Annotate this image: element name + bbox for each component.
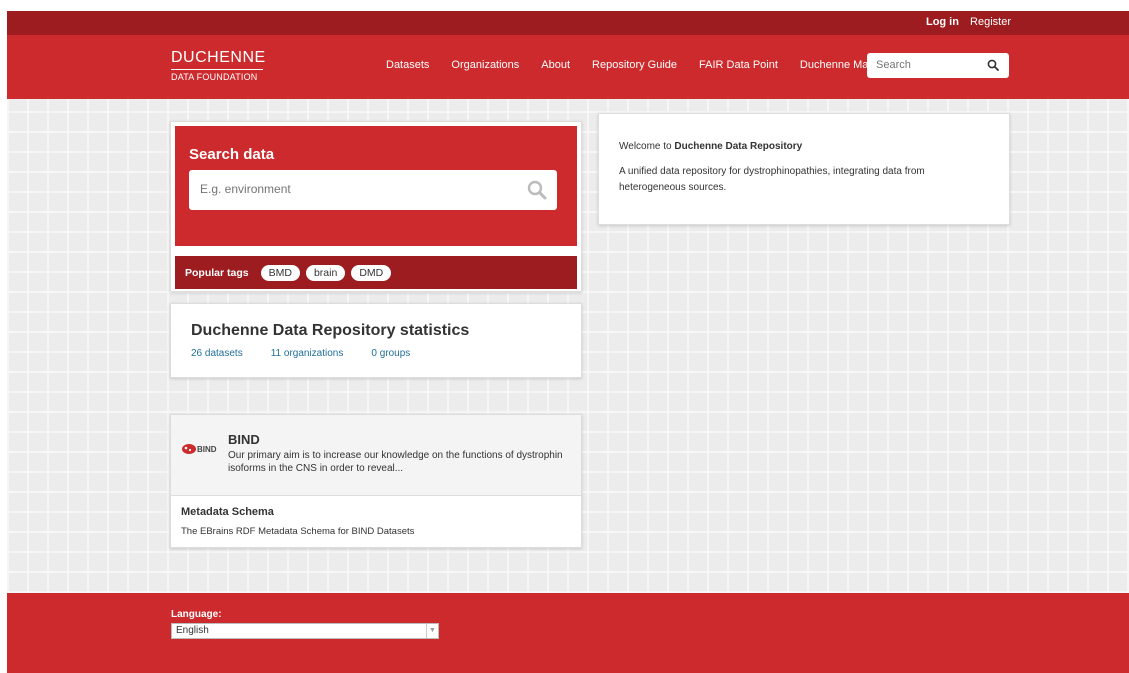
language-label: Language:	[171, 609, 222, 620]
login-link[interactable]: Log in	[926, 16, 959, 28]
welcome-site-name: Duchenne Data Repository	[674, 141, 803, 152]
stat-groups-link[interactable]: 0 groups	[371, 348, 410, 359]
header-search	[867, 53, 1009, 78]
featured-group-card: BIND BIND Our primary aim is to increase…	[170, 414, 582, 548]
featured-group-description: Our primary aim is to increase our knowl…	[228, 450, 563, 474]
nav-repository-guide[interactable]: Repository Guide	[592, 59, 677, 71]
featured-group-title[interactable]: BIND	[228, 432, 260, 447]
header-search-input[interactable]	[876, 59, 976, 71]
stat-organizations-link[interactable]: 11 organizations	[271, 348, 344, 359]
language-selected-value: English	[176, 625, 209, 636]
page-background: Log in Register DUCHENNE DATA FOUNDATION…	[7, 11, 1129, 673]
statistics-title: Duchenne Data Repository statistics	[191, 322, 470, 339]
bind-logo[interactable]: BIND	[181, 441, 219, 455]
popular-tags-bar: Popular tags BMD brain DMD	[175, 256, 577, 289]
footer: Language: English ▼	[7, 593, 1129, 673]
site-logo[interactable]: DUCHENNE DATA FOUNDATION	[171, 49, 265, 82]
account-bar: Log in Register	[7, 11, 1129, 35]
account-links: Log in Register	[918, 16, 1011, 28]
featured-dataset[interactable]: Metadata Schema The EBrains RDF Metadata…	[171, 496, 581, 547]
chevron-down-icon[interactable]: ▼	[426, 624, 438, 638]
featured-dataset-title[interactable]: Metadata Schema	[181, 506, 571, 518]
tag-dmd[interactable]: DMD	[351, 264, 392, 281]
welcome-prefix: Welcome to	[619, 141, 672, 152]
tag-bmd[interactable]: BMD	[260, 264, 300, 281]
search-data-title: Search data	[189, 146, 275, 163]
nav-organizations[interactable]: Organizations	[451, 59, 519, 71]
search-icon[interactable]	[527, 180, 547, 200]
search-data-panel: Search data	[175, 126, 577, 246]
stat-datasets-link[interactable]: 26 datasets	[191, 348, 243, 359]
popular-tags-label: Popular tags	[185, 266, 249, 279]
tag-brain[interactable]: brain	[305, 264, 346, 281]
masthead: DUCHENNE DATA FOUNDATION Datasets Organi…	[7, 35, 1129, 99]
nav-about[interactable]: About	[541, 59, 570, 71]
main-nav: Datasets Organizations About Repository …	[386, 59, 875, 71]
welcome-card: Welcome to Duchenne Data Repository A un…	[598, 113, 1010, 225]
dataset-search	[189, 170, 557, 210]
statistics-links: 26 datasets 11 organizations 0 groups	[191, 348, 561, 359]
statistics-card: Duchenne Data Repository statistics 26 d…	[170, 303, 582, 378]
featured-group-header[interactable]: BIND BIND Our primary aim is to increase…	[171, 415, 581, 496]
language-select[interactable]: English ▼	[171, 623, 439, 639]
register-link[interactable]: Register	[970, 16, 1011, 28]
logo-line2: DATA FOUNDATION	[171, 72, 258, 82]
nav-fair-data-point[interactable]: FAIR Data Point	[699, 59, 778, 71]
featured-dataset-description: The EBrains RDF Metadata Schema for BIND…	[181, 526, 415, 537]
welcome-description: A unified data repository for dystrophin…	[619, 166, 925, 193]
dataset-search-input[interactable]	[200, 182, 500, 196]
search-data-card: Search data Popular tags BMD brain DMD	[170, 121, 582, 292]
welcome-heading: Welcome to Duchenne Data Repository	[619, 141, 989, 152]
nav-duchenne-map[interactable]: Duchenne Map	[800, 59, 875, 71]
nav-datasets[interactable]: Datasets	[386, 59, 429, 71]
search-icon[interactable]	[987, 59, 999, 71]
bind-logo-text: BIND	[197, 445, 217, 454]
logo-line1: DUCHENNE	[171, 49, 265, 70]
